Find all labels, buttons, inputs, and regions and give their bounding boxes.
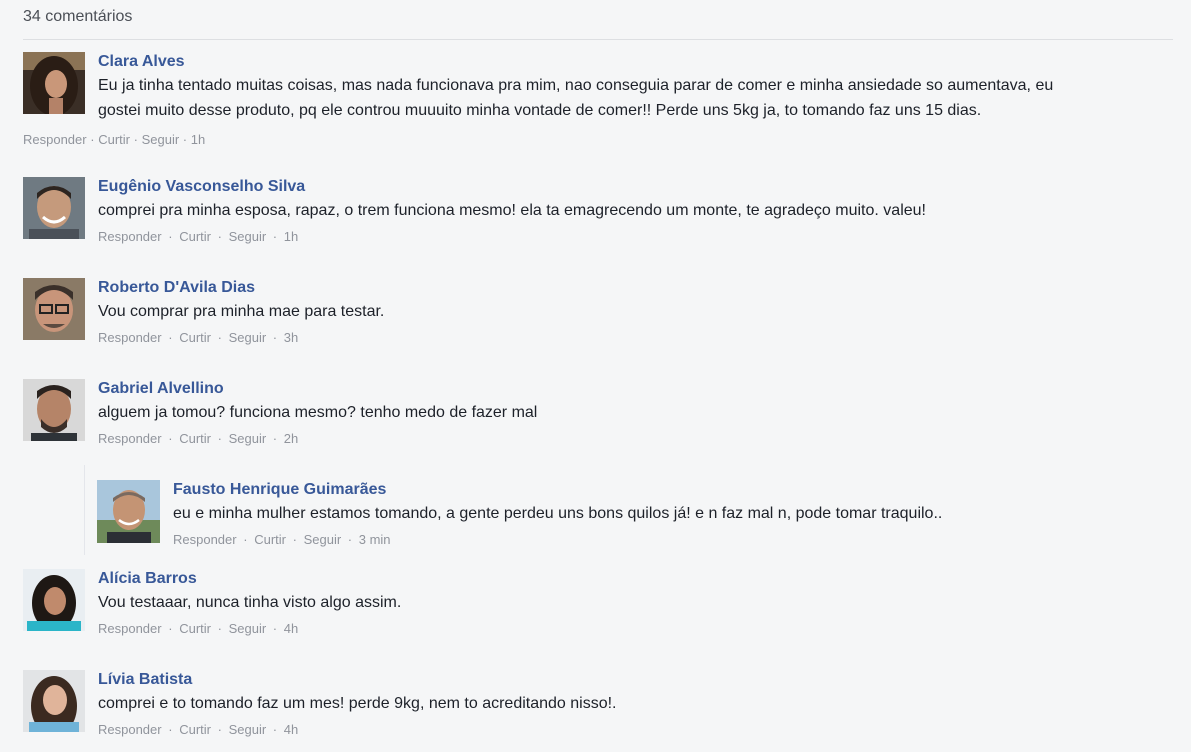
comment-author[interactable]: Clara Alves — [98, 52, 1053, 72]
avatar[interactable] — [23, 177, 85, 239]
reply-thread-line — [84, 465, 85, 555]
comment-text: Vou comprar pra minha mae para testar. — [98, 303, 385, 320]
reply-link[interactable]: Responder — [98, 330, 162, 345]
comment-content: Clara Alves Eu ja tinha tentado muitas c… — [98, 52, 1053, 123]
comment-text: Eu ja tinha tentado muitas coisas, mas n… — [98, 77, 1054, 94]
comment-timestamp: 4h — [283, 621, 299, 636]
comment-content: Gabriel Alvellino alguem ja tomou? funci… — [98, 379, 537, 447]
reply-link[interactable]: Responder — [98, 722, 162, 737]
avatar[interactable] — [23, 670, 85, 732]
comment-actions: Responder · Curtir · Seguir · 4h — [98, 722, 299, 737]
header-divider — [23, 39, 1173, 40]
comment-actions: Responder · Curtir · Seguir · 3 min — [173, 532, 391, 547]
comment-content: Fausto Henrique Guimarães eu e minha mul… — [173, 480, 942, 548]
comment-author[interactable]: Alícia Barros — [98, 569, 401, 589]
comment-timestamp: 2h — [283, 431, 299, 446]
comment-timestamp: 3h — [283, 330, 299, 345]
comment-count: 34 comentários — [23, 8, 133, 25]
like-link[interactable]: Curtir — [179, 431, 211, 446]
follow-link[interactable]: Seguir — [229, 229, 267, 244]
comment-text: comprei pra minha esposa, rapaz, o trem … — [98, 202, 926, 219]
comment-actions: Responder · Curtir · Seguir · 3h — [98, 330, 299, 345]
comment-text: eu e minha mulher estamos tomando, a gen… — [173, 505, 943, 522]
comment-content: Lívia Batista comprei e to tomando faz u… — [98, 670, 617, 738]
avatar[interactable] — [97, 480, 160, 543]
reply-link[interactable]: Responder — [98, 431, 162, 446]
comment-content: Eugênio Vasconselho Silva comprei pra mi… — [98, 177, 926, 245]
like-link[interactable]: Curtir — [179, 722, 211, 737]
comment-author[interactable]: Eugênio Vasconselho Silva — [98, 177, 926, 197]
follow-link[interactable]: Seguir — [229, 722, 267, 737]
comment-timestamp: 4h — [283, 722, 299, 737]
comment-author[interactable]: Lívia Batista — [98, 670, 617, 690]
follow-link[interactable]: Seguir — [142, 132, 180, 147]
follow-link[interactable]: Seguir — [229, 330, 267, 345]
follow-link[interactable]: Seguir — [229, 621, 267, 636]
comment-timestamp: 1h — [190, 132, 206, 147]
avatar[interactable] — [23, 379, 85, 441]
avatar[interactable] — [23, 278, 85, 340]
comment-timestamp: 1h — [283, 229, 299, 244]
avatar[interactable] — [23, 52, 85, 114]
comment-text: comprei e to tomando faz um mes! perde 9… — [98, 695, 617, 712]
comment-actions: Responder · Curtir · Seguir · 2h — [98, 431, 299, 446]
comment-timestamp: 3 min — [358, 532, 391, 547]
comment-actions: Responder · Curtir · Seguir · 1h — [23, 132, 206, 147]
reply-link[interactable]: Responder — [173, 532, 237, 547]
comment-content: Alícia Barros Vou testaaar, nunca tinha … — [98, 569, 401, 637]
comment-author[interactable]: Fausto Henrique Guimarães — [173, 480, 942, 500]
comment-author[interactable]: Roberto D'Avila Dias — [98, 278, 384, 298]
like-link[interactable]: Curtir — [179, 621, 211, 636]
reply-link[interactable]: Responder — [98, 621, 162, 636]
follow-link[interactable]: Seguir — [229, 431, 267, 446]
comment-text: alguem ja tomou? funciona mesmo? tenho m… — [98, 404, 538, 421]
comment-actions: Responder · Curtir · Seguir · 1h — [98, 229, 299, 244]
comment-content: Roberto D'Avila Dias Vou comprar pra min… — [98, 278, 384, 346]
comment-text: gostei muito desse produto, pq ele contr… — [98, 102, 982, 119]
reply-link[interactable]: Responder — [23, 132, 87, 147]
reply-link[interactable]: Responder — [98, 229, 162, 244]
comment-author[interactable]: Gabriel Alvellino — [98, 379, 537, 399]
like-link[interactable]: Curtir — [179, 330, 211, 345]
like-link[interactable]: Curtir — [179, 229, 211, 244]
like-link[interactable]: Curtir — [254, 532, 286, 547]
follow-link[interactable]: Seguir — [304, 532, 342, 547]
comment-actions: Responder · Curtir · Seguir · 4h — [98, 621, 299, 636]
comment-text: Vou testaaar, nunca tinha visto algo ass… — [98, 594, 402, 611]
like-link[interactable]: Curtir — [98, 132, 130, 147]
avatar[interactable] — [23, 569, 85, 631]
